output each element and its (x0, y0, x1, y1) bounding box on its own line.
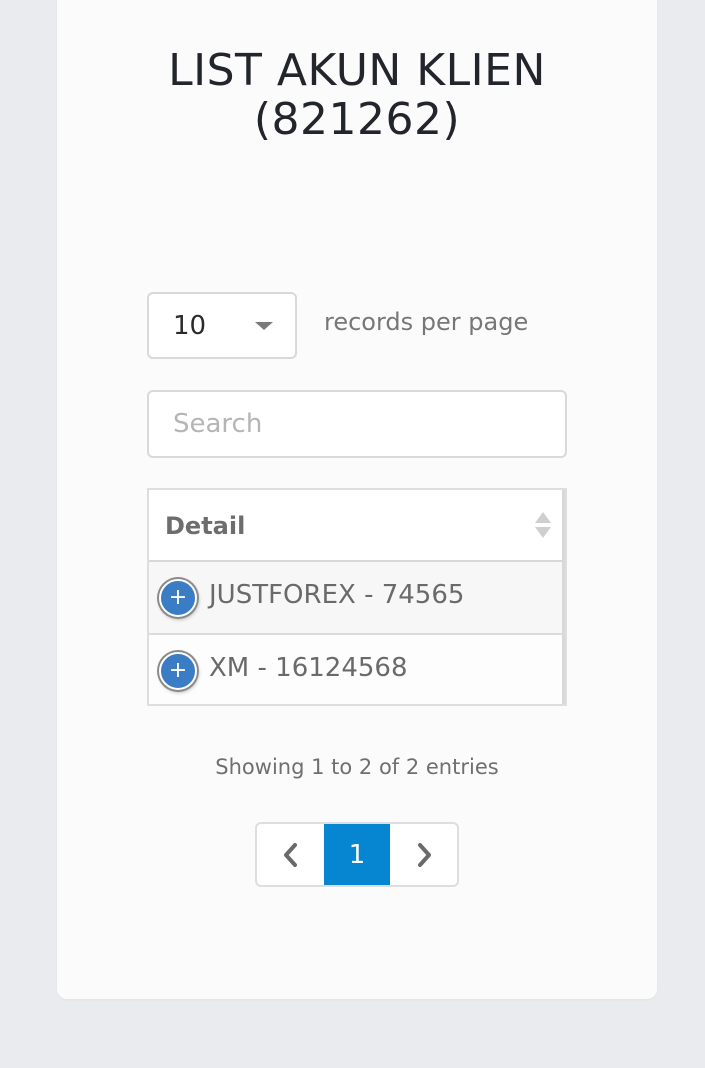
column-header-label: Detail (165, 512, 246, 540)
chevron-right-icon (417, 842, 431, 867)
records-per-page-value: 10 (173, 311, 207, 341)
records-per-page-label: records per page (324, 308, 529, 336)
table-info-text: Showing 1 to 2 of 2 entries (215, 755, 499, 779)
table-row[interactable]: + JUSTFOREX - 74565 (149, 562, 565, 633)
next-page-button[interactable] (390, 824, 457, 885)
page-1-button[interactable]: 1 (324, 824, 390, 885)
caret-down-icon (255, 322, 273, 330)
page-title: LIST AKUN KLIEN (821262) (57, 46, 657, 144)
plus-icon: + (168, 585, 188, 610)
content-card: LIST AKUN KLIEN (821262) 10 records per … (57, 0, 657, 999)
account-detail-cell: JUSTFOREX - 74565 (209, 580, 465, 610)
pagination: 1 (255, 822, 459, 887)
page-title-line-2: (821262) (253, 94, 461, 145)
previous-page-button[interactable] (257, 824, 324, 885)
plus-icon: + (168, 658, 188, 683)
expand-row-button[interactable]: + (159, 579, 197, 617)
column-header-detail[interactable]: Detail (149, 490, 565, 562)
search-input[interactable] (147, 390, 567, 458)
account-detail-cell: XM - 16124568 (209, 653, 408, 683)
sort-icon (535, 512, 551, 538)
expand-row-button[interactable]: + (159, 652, 197, 690)
accounts-table: Detail + JUSTFOREX - 74565 + XM - 161245… (147, 488, 567, 706)
records-per-page-select[interactable]: 10 (147, 292, 297, 359)
table-row[interactable]: + XM - 16124568 (149, 633, 565, 704)
chevron-left-icon (283, 842, 297, 867)
page-title-line-1: LIST AKUN KLIEN (168, 45, 546, 96)
